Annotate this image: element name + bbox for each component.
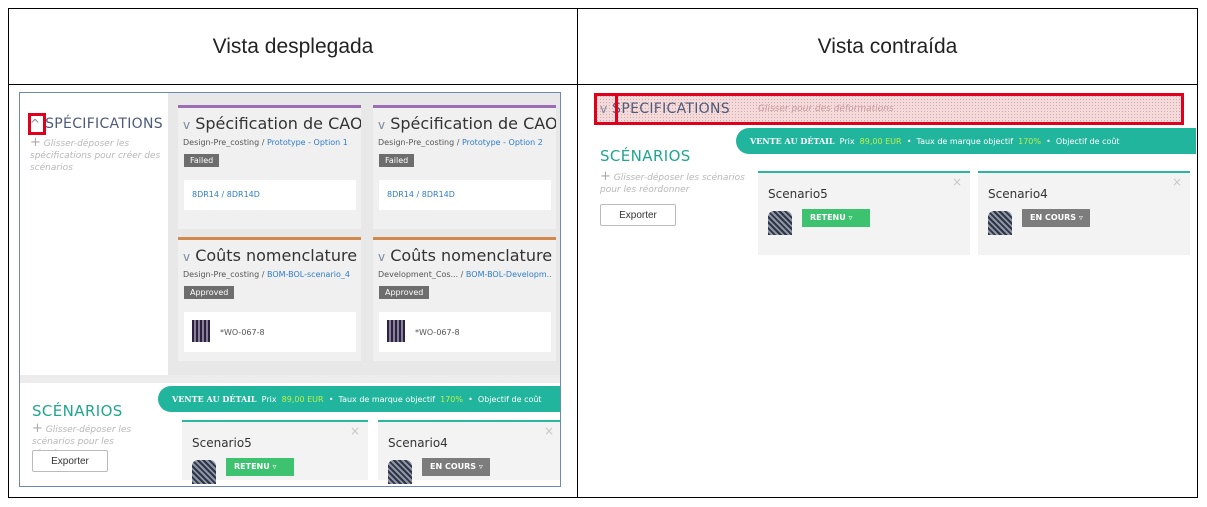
scenario-card[interactable]: Scenario5 × RETENU ▿ <box>758 171 970 255</box>
card-subtitle: Design-Pre_costing / Prototype - Option … <box>183 138 348 147</box>
scenario-name: Scenario4 <box>388 436 448 450</box>
collapsed-screenshot: v SPECIFICATIONS Glisser pour des déform… <box>590 91 1196 255</box>
card-title: Coûts nomenclature ... <box>390 246 556 265</box>
card-title: Spécification de CAO <box>195 114 361 133</box>
specifications-title: SPÉCIFICATIONS <box>45 116 163 132</box>
plus-icon: + <box>600 169 611 184</box>
fabric-swatch <box>192 320 210 342</box>
scenarios-title: SCÉNARIOS <box>600 147 691 165</box>
export-button[interactable]: Exporter <box>600 204 676 226</box>
scenario-link[interactable]: BOM-BOL-scenario_4 <box>267 270 350 279</box>
header-collapsed: Vista contraída <box>577 8 1198 85</box>
shirt-thumbnail <box>768 211 792 235</box>
card-subtitle: Design-Pre_costing / BOM-BOL-scenario_4 <box>183 270 350 279</box>
shirt-thumbnail <box>192 460 216 484</box>
status-badge: Approved <box>184 286 235 299</box>
card-subtitle: Design-Pre_costing / Prototype - Option … <box>378 138 543 147</box>
scenario-name: Scenario5 <box>192 436 252 450</box>
scenario-card[interactable]: Scenario5 × RETENU ▿ <box>182 420 368 484</box>
scenario-card[interactable]: Scenario4 × EN COURS ▿ <box>978 171 1190 255</box>
shirt-thumbnail <box>388 460 412 484</box>
status-dropdown[interactable]: EN COURS ▿ <box>422 458 490 476</box>
export-button[interactable]: Exporter <box>32 450 108 472</box>
status-dropdown[interactable]: EN COURS ▿ <box>1022 209 1090 227</box>
spec-card[interactable]: v Spécification de CAO Design-Pre_costin… <box>178 105 361 229</box>
specifications-hint: + Glisser-déposer les spécifications pou… <box>30 135 161 173</box>
card-reference-link[interactable]: 8DR14 / 8DR14D <box>379 180 551 210</box>
specification-cards-area: v Spécification de CAO Design-Pre_costin… <box>168 93 560 375</box>
scenarios-hint: + Glisser-déposer les scénarios pour les… <box>600 169 745 195</box>
specifications-header[interactable]: ^ SPÉCIFICATIONS <box>30 116 163 132</box>
close-icon[interactable]: × <box>544 424 554 438</box>
close-icon[interactable]: × <box>350 424 360 438</box>
chevron-down-icon[interactable]: v <box>183 250 190 264</box>
scenario-name: Scenario4 <box>988 187 1048 201</box>
scenarios-title: SCÉNARIOS <box>32 402 123 420</box>
section-divider <box>20 375 560 383</box>
plus-icon: + <box>30 135 41 150</box>
expanded-view-cell: ^ SPÉCIFICATIONS + Glisser-déposer les s… <box>8 84 578 498</box>
scenario-name: Scenario5 <box>768 187 828 201</box>
prototype-link[interactable]: Prototype <box>462 138 501 147</box>
status-badge: Failed <box>379 154 415 167</box>
chevron-down-icon: ▿ <box>478 462 483 471</box>
shirt-thumbnail <box>988 211 1012 235</box>
comparison-table: Vista desplegada Vista contraída ^ SPÉCI… <box>8 8 1198 498</box>
chevron-down-icon: ▿ <box>848 213 853 222</box>
collapsed-view-cell: v SPECIFICATIONS Glisser pour des déform… <box>577 84 1198 498</box>
retail-ribbon: VENTE AU DÉTAIL Prix 89,00 EUR • Taux de… <box>158 386 560 412</box>
header-expanded: Vista desplegada <box>8 8 578 85</box>
fabric-swatch <box>387 320 405 342</box>
close-icon[interactable]: × <box>952 175 962 189</box>
annotation-highlight <box>28 113 46 135</box>
expanded-screenshot: ^ SPÉCIFICATIONS + Glisser-déposer les s… <box>19 92 561 487</box>
chevron-down-icon: ▿ <box>1078 213 1083 222</box>
card-title: Coûts nomenclature ... <box>195 246 361 265</box>
chevron-down-icon[interactable]: v <box>378 250 385 264</box>
status-badge: Failed <box>184 154 220 167</box>
annotation-highlight <box>594 93 618 125</box>
scenario-card[interactable]: Scenario4 × EN COURS ▿ <box>378 420 560 484</box>
chevron-down-icon[interactable]: v <box>183 118 190 132</box>
status-badge: Approved <box>379 286 430 299</box>
chevron-down-icon[interactable]: v <box>378 118 385 132</box>
card-reference-link[interactable]: 8DR14 / 8DR14D <box>184 180 356 210</box>
spec-card[interactable]: v Spécification de CAO Design-Pre_costin… <box>373 105 556 229</box>
card-material[interactable]: *WO-067-8 <box>184 312 356 352</box>
card-title: Spécification de CAO <box>390 114 556 133</box>
status-dropdown[interactable]: RETENU ▿ <box>226 458 294 476</box>
card-material[interactable]: *WO-067-8 <box>379 312 551 352</box>
annotation-highlight <box>594 93 1184 125</box>
spec-card[interactable]: v Coûts nomenclature ... Development_Cos… <box>373 237 556 361</box>
scenario-link[interactable]: BOM-BOL-Developm.. <box>466 270 552 279</box>
spec-card[interactable]: v Coûts nomenclature ... Design-Pre_cost… <box>178 237 361 361</box>
chevron-down-icon: ▿ <box>272 462 277 471</box>
close-icon[interactable]: × <box>1172 175 1182 189</box>
prototype-link[interactable]: Prototype <box>267 138 306 147</box>
plus-icon: + <box>32 421 43 436</box>
card-subtitle: Development_Cos... / BOM-BOL-Developm.. <box>378 270 552 279</box>
status-dropdown[interactable]: RETENU ▿ <box>802 209 870 227</box>
retail-ribbon: VENTE AU DÉTAIL Prix 89,00 EUR • Taux de… <box>736 128 1196 154</box>
